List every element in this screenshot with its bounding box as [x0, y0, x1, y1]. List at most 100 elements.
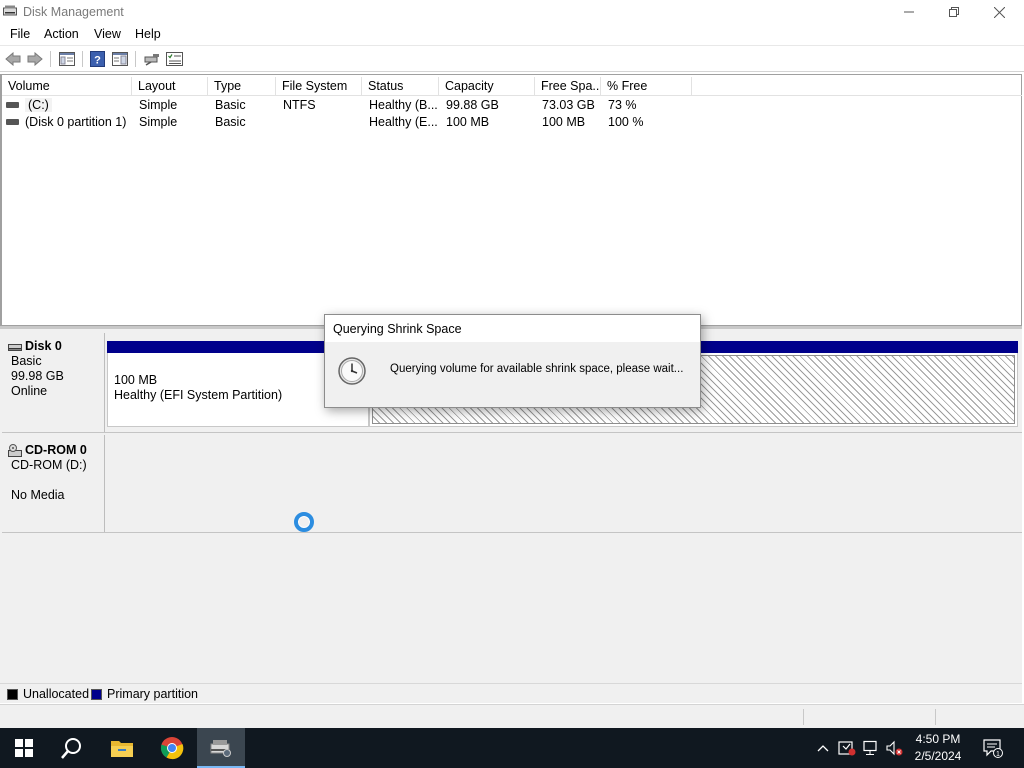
free-space-cell: 73.03 GB: [542, 98, 595, 112]
refresh-icon: [112, 52, 128, 66]
volume-name: (Disk 0 partition 1): [25, 115, 127, 129]
menu-action[interactable]: Action: [44, 27, 79, 41]
search-icon: [61, 738, 81, 759]
capacity-cell: 99.88 GB: [446, 98, 499, 112]
disk-icon: [8, 343, 22, 351]
dialog-title: Querying Shrink Space: [325, 315, 700, 342]
drive-icon: [6, 118, 19, 125]
start-button[interactable]: [0, 728, 48, 768]
close-button[interactable]: [976, 0, 1022, 24]
table-row[interactable]: (C:) Simple Basic NTFS Healthy (B... 99.…: [2, 97, 1022, 114]
forward-button[interactable]: [26, 50, 44, 68]
capacity-cell: 100 MB: [446, 115, 490, 129]
status-cell: Healthy (E...: [369, 115, 438, 129]
connect-icon: [144, 54, 159, 66]
type-cell: Basic: [215, 115, 246, 129]
search-button[interactable]: [48, 728, 96, 768]
column-header-type[interactable]: Type: [208, 77, 276, 96]
column-header-volume[interactable]: Volume: [2, 77, 132, 96]
column-headers: Volume Layout Type File System Status Ca…: [2, 77, 1022, 96]
show-action-pane-button[interactable]: [111, 50, 129, 68]
disk-0-size: 99.98 GB: [11, 369, 64, 383]
disk-management-icon: [210, 740, 231, 757]
minimize-button[interactable]: [886, 0, 932, 24]
volume-list[interactable]: Volume Layout Type File System Status Ca…: [0, 74, 1022, 326]
notifications-button[interactable]: 1: [980, 728, 1006, 768]
security-flag-icon: [838, 741, 856, 756]
legend-primary: Primary partition: [91, 687, 198, 701]
disk-0-name: Disk 0: [25, 339, 62, 353]
toolbar-separator: [135, 51, 136, 67]
cdrom-0-media: No Media: [11, 488, 65, 502]
legend-unallocated-label: Unallocated: [23, 687, 90, 701]
cdrom-row-divider: [2, 532, 1022, 533]
notification-count: 1: [996, 751, 1000, 758]
file-system-cell: NTFS: [283, 98, 316, 112]
legend-unallocated: Unallocated: [7, 687, 89, 701]
show-hide-console-button[interactable]: [58, 50, 76, 68]
menu-view[interactable]: View: [94, 27, 121, 41]
notifications-icon: 1: [983, 739, 1003, 758]
cdrom-0-name: CD-ROM 0: [25, 443, 87, 457]
column-header-file-system[interactable]: File System: [276, 77, 362, 96]
chrome-button[interactable]: [148, 728, 196, 768]
back-button[interactable]: [4, 50, 22, 68]
svg-text:?: ?: [94, 55, 101, 67]
back-icon: [5, 52, 21, 66]
status-cell: Healthy (B...: [369, 98, 438, 112]
toolbar-separator: [82, 51, 83, 67]
column-header-free-space[interactable]: Free Spa...: [535, 77, 601, 96]
windows-start-icon: [15, 739, 33, 757]
unallocated-swatch: [7, 688, 18, 700]
cdrom-0-area: [106, 435, 1020, 532]
window-title: Disk Management: [23, 5, 124, 19]
status-separator: [803, 709, 804, 725]
layout-cell: Simple: [139, 98, 178, 112]
busy-cursor: [294, 512, 314, 532]
file-system-cell: [283, 114, 362, 131]
status-separator: [935, 709, 936, 725]
taskbar-clock[interactable]: 4:50 PM 2/5/2024: [900, 731, 976, 765]
menu-help[interactable]: Help: [135, 27, 161, 41]
cdrom-0-header: CD-ROM 0: [8, 443, 104, 458]
cdrom-0-drive: CD-ROM (D:): [11, 458, 87, 472]
restore-button[interactable]: [931, 0, 977, 24]
file-explorer-button[interactable]: [98, 728, 146, 768]
column-header-layout[interactable]: Layout: [132, 77, 208, 96]
cdrom-0-label[interactable]: CD-ROM 0 CD-ROM (D:) No Media: [2, 435, 105, 532]
restore-icon: [949, 7, 959, 17]
clock-time: 4:50 PM: [915, 732, 961, 746]
help-icon: ?: [90, 51, 105, 67]
properties-list-icon: [165, 52, 183, 66]
disk-0-type: Basic: [11, 354, 42, 368]
cdrom-icon: [8, 444, 22, 457]
show-hidden-icons-button[interactable]: [813, 728, 833, 768]
column-header-capacity[interactable]: Capacity: [439, 77, 535, 96]
dialog-message: Querying volume for available shrink spa…: [390, 363, 684, 375]
menu-file[interactable]: File: [10, 27, 30, 41]
table-row[interactable]: (Disk 0 partition 1) Simple Basic Health…: [2, 114, 1022, 131]
help-button[interactable]: ?: [89, 50, 107, 68]
column-header-percent-free[interactable]: % Free: [601, 77, 692, 96]
disk-row-divider: [2, 432, 1022, 433]
dialog-body: Querying volume for available shrink spa…: [325, 342, 700, 408]
title-bar: Disk Management: [0, 0, 1024, 24]
disk-0-label[interactable]: Disk 0 Basic 99.98 GB Online: [2, 333, 105, 433]
connect-button[interactable]: [143, 50, 161, 68]
disk-0-header: Disk 0: [8, 339, 104, 354]
properties-icon: [59, 52, 75, 66]
chevron-up-icon: [817, 745, 829, 752]
legend: Unallocated Primary partition: [0, 683, 1022, 703]
legend-primary-label: Primary partition: [107, 687, 198, 701]
action-center-tray-button[interactable]: [836, 728, 858, 768]
volume-cell: (C:): [6, 97, 132, 114]
type-cell: Basic: [215, 98, 246, 112]
querying-shrink-dialog[interactable]: Querying Shrink Space Querying volume fo…: [324, 314, 701, 408]
primary-swatch: [91, 688, 102, 700]
forward-icon: [27, 52, 43, 66]
disk-management-taskbar-button[interactable]: [197, 728, 245, 768]
column-header-status[interactable]: Status: [362, 77, 439, 96]
network-tray-button[interactable]: [859, 728, 881, 768]
properties-list-button[interactable]: [165, 50, 183, 68]
